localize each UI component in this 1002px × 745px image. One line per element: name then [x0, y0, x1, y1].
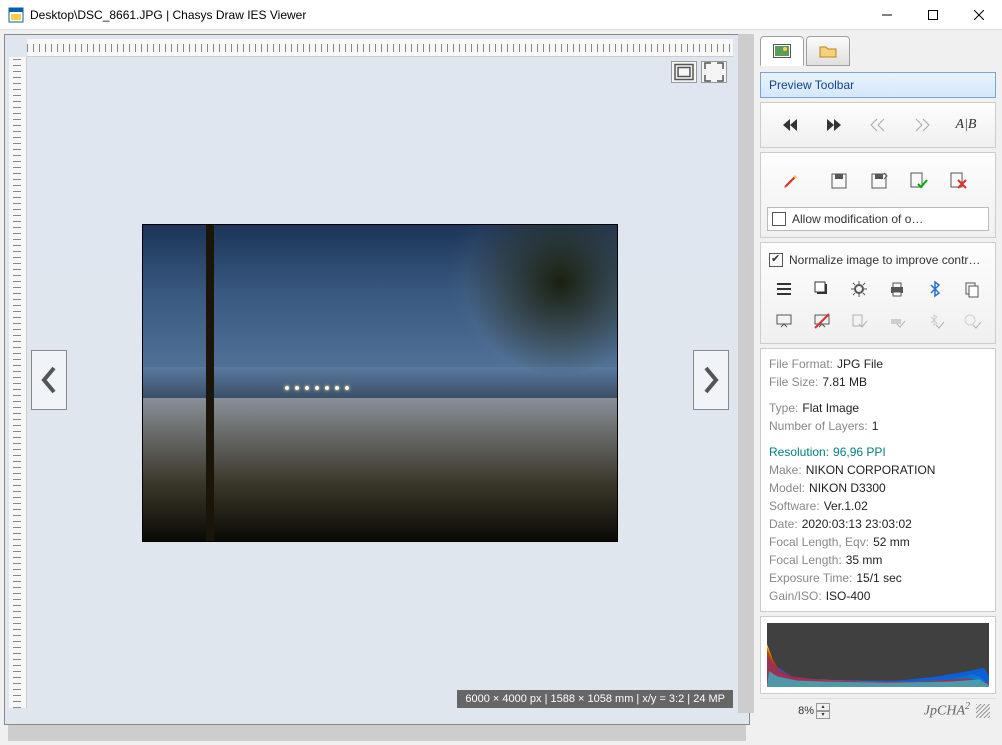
forward-icon[interactable] [820, 113, 848, 137]
bluetooth-check-icon [924, 309, 946, 333]
window-controls [864, 0, 1002, 29]
image-surface[interactable] [27, 57, 733, 708]
logo-text: JpCHA2 [924, 701, 970, 720]
tab-folder[interactable] [806, 36, 850, 66]
status-bar: 8% ▴ ▾ JpCHA2 [760, 698, 996, 722]
allow-modification-checkbox[interactable]: Allow modification of o… [767, 207, 989, 231]
print-icon[interactable] [886, 277, 908, 301]
histogram [760, 616, 996, 694]
minimize-button[interactable] [864, 0, 910, 30]
pencil-edit-icon[interactable] [773, 163, 809, 199]
next-image-button[interactable] [693, 350, 729, 410]
copy-icon[interactable] [961, 277, 983, 301]
scrollbar-horizontal[interactable] [8, 725, 746, 741]
title-bar: Desktop\DSC_8661.JPG | Chasys Draw IES V… [0, 0, 1002, 30]
save-as-icon[interactable] [865, 169, 893, 193]
delete-icon[interactable] [945, 169, 973, 193]
canvas-pane: 6000 × 4000 px | 1588 × 1058 mm | x/y = … [0, 30, 754, 745]
presentation-disabled-icon[interactable] [811, 309, 833, 333]
panel-header: Preview Toolbar [760, 72, 996, 98]
normalize-label: Normalize image to improve contra… [789, 253, 987, 267]
rewind-icon[interactable] [776, 113, 804, 137]
bluetooth-icon[interactable] [924, 277, 946, 301]
forward-last-icon [908, 113, 936, 137]
ruler-vertical[interactable] [9, 57, 27, 708]
nav-toolbar: A|B [767, 109, 989, 141]
copy-check-icon [961, 309, 983, 333]
allow-modification-label: Allow modification of o… [792, 212, 984, 226]
presentation-icon[interactable] [773, 309, 795, 333]
rewind-first-icon [864, 113, 892, 137]
layer-check-icon [848, 309, 870, 333]
zoom-value: 8% [766, 705, 814, 717]
app-icon [8, 7, 24, 23]
image-info-bar: 6000 × 4000 px | 1588 × 1058 mm | x/y = … [457, 690, 733, 708]
scrollbar-vertical[interactable] [738, 34, 754, 713]
gear-icon[interactable] [848, 277, 870, 301]
prev-image-button[interactable] [31, 350, 67, 410]
ab-compare-button[interactable]: A|B [952, 113, 980, 137]
ruler-horizontal[interactable] [27, 39, 733, 57]
zoom-down-button[interactable]: ▾ [816, 711, 830, 719]
close-button[interactable] [956, 0, 1002, 30]
window-title: Desktop\DSC_8661.JPG | Chasys Draw IES V… [30, 8, 864, 22]
fit-window-button[interactable] [671, 61, 697, 83]
layers-icon[interactable] [811, 277, 833, 301]
preview-image [142, 224, 618, 542]
resize-handle[interactable] [976, 704, 990, 718]
metadata-panel: File Format:JPG File File Size:7.81 MB T… [760, 348, 996, 612]
save-icon[interactable] [825, 169, 853, 193]
canvas-area[interactable]: 6000 × 4000 px | 1588 × 1058 mm | x/y = … [4, 34, 750, 725]
maximize-button[interactable] [910, 0, 956, 30]
zoom-control[interactable]: 8% ▴ ▾ [766, 703, 830, 719]
print-check-icon [886, 309, 908, 333]
tab-image[interactable] [760, 36, 804, 66]
menu-icon[interactable] [773, 277, 795, 301]
fullscreen-button[interactable] [701, 61, 727, 83]
side-panel: Preview Toolbar A|B [754, 30, 1002, 745]
normalize-checkbox[interactable]: Normalize image to improve contra… [767, 253, 989, 273]
zoom-up-button[interactable]: ▴ [816, 703, 830, 711]
save-accept-icon[interactable] [905, 169, 933, 193]
checkbox-icon [772, 212, 786, 226]
checkbox-icon [769, 253, 783, 267]
